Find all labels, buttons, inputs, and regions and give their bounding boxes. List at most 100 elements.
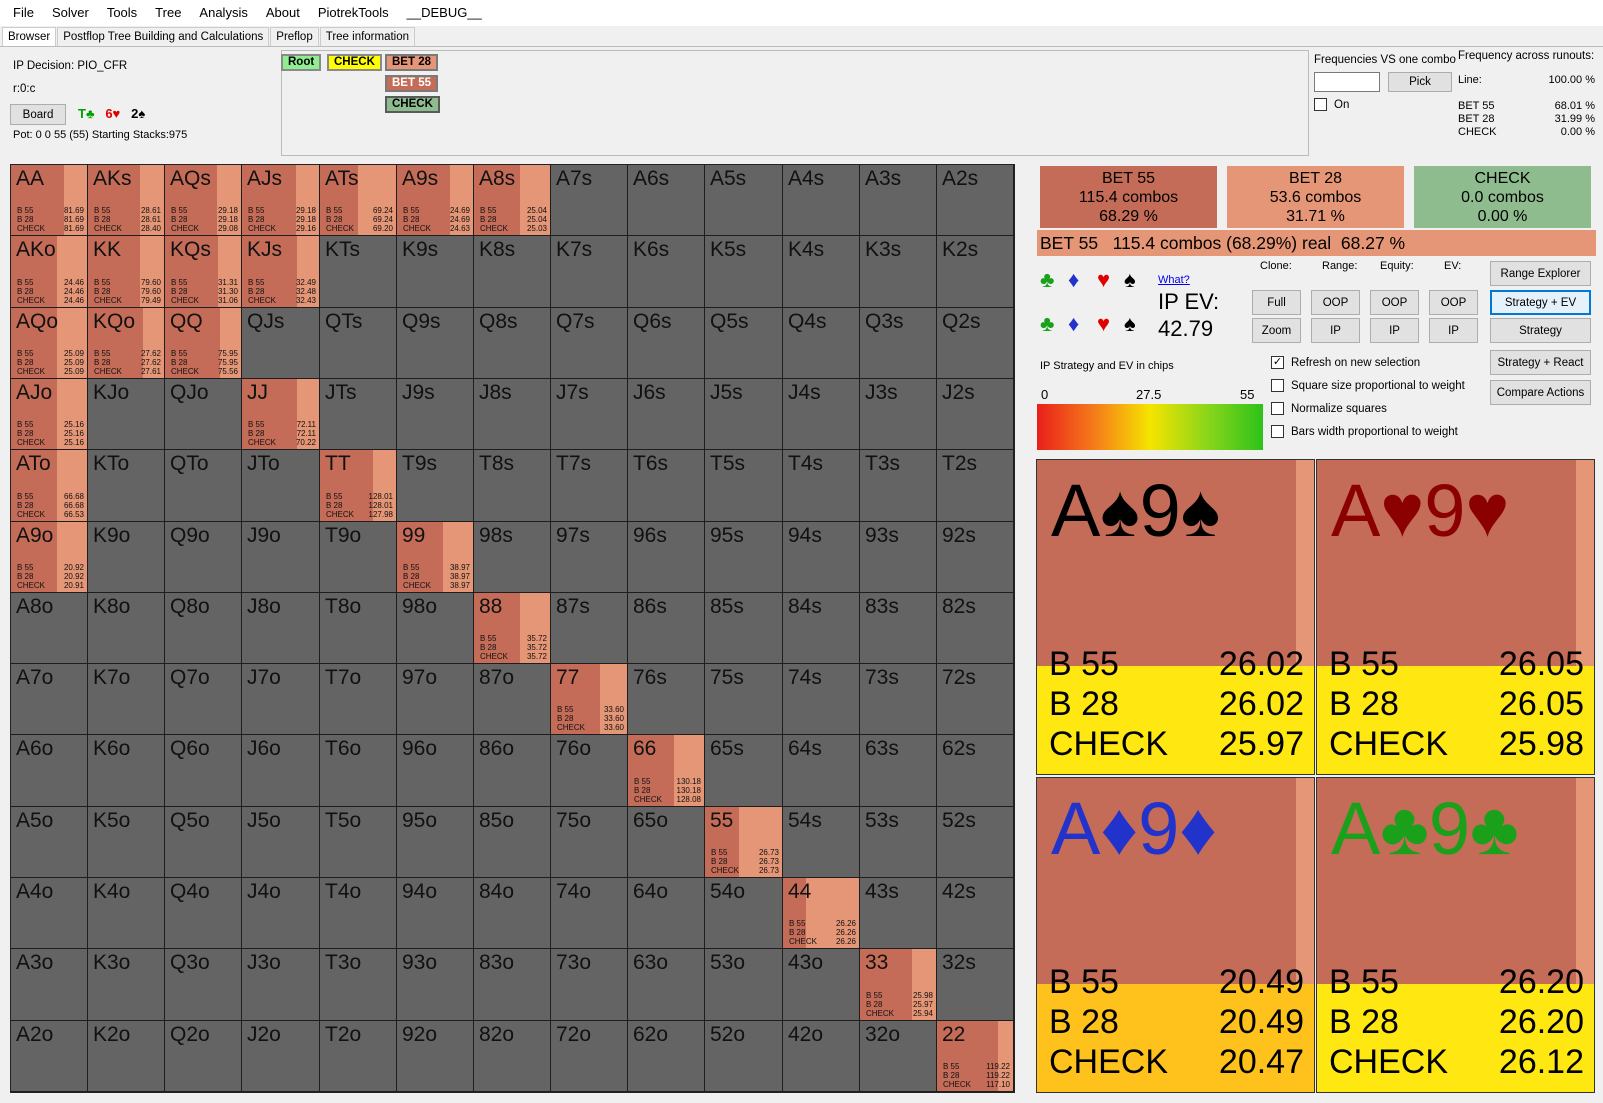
hand-cell-85s[interactable]: 85s <box>705 593 783 664</box>
menu-tools[interactable]: Tools <box>98 0 146 26</box>
hand-cell-k2o[interactable]: K2o <box>88 1021 165 1092</box>
hand-cell-a3s[interactable]: A3s <box>860 165 937 236</box>
hand-cell-ajs[interactable]: AJs B 55 29.18 B 28 29.18 CHECK 29.16 <box>242 165 320 236</box>
hand-cell-k7o[interactable]: K7o <box>88 664 165 735</box>
hand-cell-88[interactable]: 88 B 55 35.72 B 28 35.72 CHECK 35.72 <box>474 593 551 664</box>
hand-cell-j2o[interactable]: J2o <box>242 1021 320 1092</box>
square-size-checkbox-box[interactable] <box>1271 379 1284 392</box>
hand-cell-q2o[interactable]: Q2o <box>165 1021 242 1092</box>
hand-cell-q7s[interactable]: Q7s <box>551 308 628 379</box>
hand-cell-ako[interactable]: AKo B 55 24.46 B 28 24.46 CHECK 24.46 <box>11 236 88 308</box>
hand-cell-86o[interactable]: 86o <box>474 735 551 807</box>
hand-cell-q7o[interactable]: Q7o <box>165 664 242 735</box>
pick-button[interactable]: Pick <box>1388 72 1452 92</box>
hand-cell-k3o[interactable]: K3o <box>88 949 165 1021</box>
strategy-ev-button[interactable]: Strategy + EV <box>1490 290 1591 315</box>
hand-cell-q5s[interactable]: Q5s <box>705 308 783 379</box>
action-box-bet-55[interactable]: BET 55 115.4 combos 68.29 % <box>1040 166 1217 228</box>
hand-cell-a7o[interactable]: A7o <box>11 664 88 735</box>
range-ip-button[interactable]: IP <box>1311 318 1360 343</box>
hand-cell-a6o[interactable]: A6o <box>11 735 88 807</box>
hand-cell-42o[interactable]: 42o <box>783 1021 860 1092</box>
hand-cell-j5s[interactable]: J5s <box>705 379 783 450</box>
hand-cell-73s[interactable]: 73s <box>860 664 937 735</box>
hand-cell-a8s[interactable]: A8s B 55 25.04 B 28 25.04 CHECK 25.03 <box>474 165 551 236</box>
hand-cell-jts[interactable]: JTs <box>320 379 397 450</box>
hand-cell-a2s[interactable]: A2s <box>937 165 1014 236</box>
hand-cell-qjo[interactable]: QJo <box>165 379 242 450</box>
menu-file[interactable]: File <box>4 0 43 26</box>
hand-cell-92s[interactable]: 92s <box>937 522 1014 593</box>
hand-cell-a2o[interactable]: A2o <box>11 1021 88 1092</box>
hand-cell-j6o[interactable]: J6o <box>242 735 320 807</box>
hand-cell-53s[interactable]: 53s <box>860 807 937 878</box>
hand-cell-a6s[interactable]: A6s <box>628 165 705 236</box>
menu-tree[interactable]: Tree <box>146 0 190 26</box>
hand-cell-q8o[interactable]: Q8o <box>165 593 242 664</box>
tree-node-bet-28[interactable]: BET 28 <box>385 54 438 71</box>
hand-cell-t4s[interactable]: T4s <box>783 450 860 522</box>
hand-cell-a9s[interactable]: A9s B 55 24.69 B 28 24.69 CHECK 24.63 <box>397 165 474 236</box>
hand-cell-76s[interactable]: 76s <box>628 664 705 735</box>
hand-cell-q3o[interactable]: Q3o <box>165 949 242 1021</box>
hand-cell-k8s[interactable]: K8s <box>474 236 551 308</box>
on-checkbox-box[interactable] <box>1314 98 1327 111</box>
hand-cell-j4s[interactable]: J4s <box>783 379 860 450</box>
hand-cell-64o[interactable]: 64o <box>628 878 705 949</box>
hand-cell-k5o[interactable]: K5o <box>88 807 165 878</box>
hand-cell-aks[interactable]: AKs B 55 28.61 B 28 28.61 CHECK 28.40 <box>88 165 165 236</box>
hand-cell-q4s[interactable]: Q4s <box>783 308 860 379</box>
hand-cell-42s[interactable]: 42s <box>937 878 1014 949</box>
hand-cell-t7s[interactable]: T7s <box>551 450 628 522</box>
tree-node-root[interactable]: Root <box>281 54 322 71</box>
hand-cell-43o[interactable]: 43o <box>783 949 860 1021</box>
ev-oop-button[interactable]: OOP <box>1429 290 1478 315</box>
hand-cell-87o[interactable]: 87o <box>474 664 551 735</box>
hand-cell-k5s[interactable]: K5s <box>705 236 783 308</box>
hand-cell-k6o[interactable]: K6o <box>88 735 165 807</box>
hand-cell-k6s[interactable]: K6s <box>628 236 705 308</box>
hand-cell-32s[interactable]: 32s <box>937 949 1014 1021</box>
ev-ip-button[interactable]: IP <box>1429 318 1478 343</box>
hand-cell-j6s[interactable]: J6s <box>628 379 705 450</box>
hand-cell-84s[interactable]: 84s <box>783 593 860 664</box>
hand-cell-62o[interactable]: 62o <box>628 1021 705 1092</box>
combo-card[interactable]: A♥9♥ B 55 26.05 B 28 26.05 CHECK 25.98 <box>1316 459 1595 775</box>
hand-cell-kqo[interactable]: KQo B 55 27.62 B 28 27.62 CHECK 27.61 <box>88 308 165 379</box>
hand-cell-kto[interactable]: KTo <box>88 450 165 522</box>
bars-width-checkbox-box[interactable] <box>1271 425 1284 438</box>
action-box-check[interactable]: CHECK 0.0 combos 0.00 % <box>1414 166 1591 228</box>
tab-tree-information[interactable]: Tree information <box>319 27 416 46</box>
refresh-checkbox[interactable]: ✓ Refresh on new selection <box>1271 356 1420 369</box>
hand-cell-a4o[interactable]: A4o <box>11 878 88 949</box>
tree-node-check[interactable]: CHECK <box>327 54 382 71</box>
hand-cell-j5o[interactable]: J5o <box>242 807 320 878</box>
clone-zoom-button[interactable]: Zoom <box>1252 318 1301 343</box>
what-link[interactable]: What? <box>1158 274 1190 286</box>
club-filter-2-icon[interactable]: ♣ <box>1040 312 1054 336</box>
hand-cell-j2s[interactable]: J2s <box>937 379 1014 450</box>
hand-cell-q9s[interactable]: Q9s <box>397 308 474 379</box>
hand-cell-qjs[interactable]: QJs <box>242 308 320 379</box>
strategy-button[interactable]: Strategy <box>1490 318 1591 343</box>
hand-cell-63s[interactable]: 63s <box>860 735 937 807</box>
hand-cell-a5s[interactable]: A5s <box>705 165 783 236</box>
hand-cell-54s[interactable]: 54s <box>783 807 860 878</box>
hand-cell-t3o[interactable]: T3o <box>320 949 397 1021</box>
menu-about[interactable]: About <box>257 0 309 26</box>
hand-cell-a8o[interactable]: A8o <box>11 593 88 664</box>
hand-cell-t4o[interactable]: T4o <box>320 878 397 949</box>
combo-card[interactable]: A♠9♠ B 55 26.02 B 28 26.02 CHECK 25.97 <box>1036 459 1315 775</box>
hand-cell-a5o[interactable]: A5o <box>11 807 88 878</box>
hand-cell-t9o[interactable]: T9o <box>320 522 397 593</box>
hand-cell-97s[interactable]: 97s <box>551 522 628 593</box>
hand-cell-65o[interactable]: 65o <box>628 807 705 878</box>
hand-cell-64s[interactable]: 64s <box>783 735 860 807</box>
square-size-checkbox[interactable]: Square size proportional to weight <box>1271 379 1465 392</box>
hand-cell-k2s[interactable]: K2s <box>937 236 1014 308</box>
hand-cell-k4s[interactable]: K4s <box>783 236 860 308</box>
range-oop-button[interactable]: OOP <box>1311 290 1360 315</box>
spade-filter-icon[interactable]: ♠ <box>1124 268 1136 292</box>
hand-cell-a7s[interactable]: A7s <box>551 165 628 236</box>
hand-cell-t8s[interactable]: T8s <box>474 450 551 522</box>
